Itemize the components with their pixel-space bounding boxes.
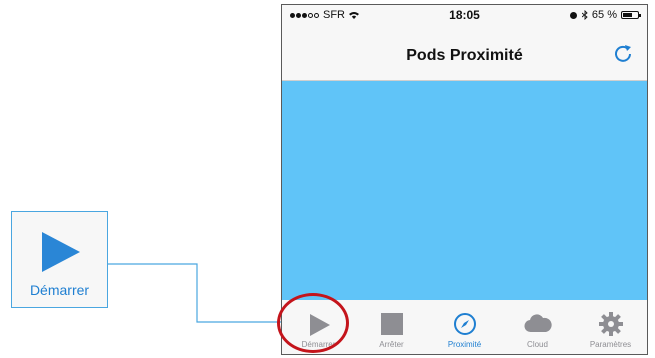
tab-settings-label: Paramètres (589, 340, 632, 349)
gear-icon (598, 312, 623, 336)
callout-label: Démarrer (29, 282, 90, 298)
tab-proximity-label: Proximité (447, 340, 482, 349)
page-title: Pods Proximité (406, 47, 523, 64)
alarm-icon (569, 11, 577, 19)
status-right: 65 % (569, 9, 641, 21)
refresh-icon[interactable] (611, 41, 635, 65)
status-bar: SFR 18:05 65 % (282, 5, 647, 25)
play-icon (42, 232, 80, 272)
cloud-icon (523, 314, 552, 333)
tab-stop-label: Arrêter (379, 340, 404, 349)
compass-icon (453, 313, 476, 335)
proximity-content-area (282, 81, 647, 300)
stop-icon (380, 313, 403, 335)
battery-percent: 65 % (591, 9, 617, 21)
battery-icon (621, 11, 641, 19)
tab-settings[interactable]: Paramètres (574, 300, 647, 354)
tab-cloud-label: Cloud (527, 340, 548, 349)
tab-proximity[interactable]: Proximité (428, 300, 501, 354)
highlight-circle (277, 293, 349, 353)
tab-cloud[interactable]: Cloud (501, 300, 574, 354)
start-callout: Démarrer (11, 211, 108, 308)
bluetooth-icon (581, 10, 588, 20)
tab-stop[interactable]: Arrêter (355, 300, 428, 354)
nav-bar: Pods Proximité (282, 25, 647, 81)
